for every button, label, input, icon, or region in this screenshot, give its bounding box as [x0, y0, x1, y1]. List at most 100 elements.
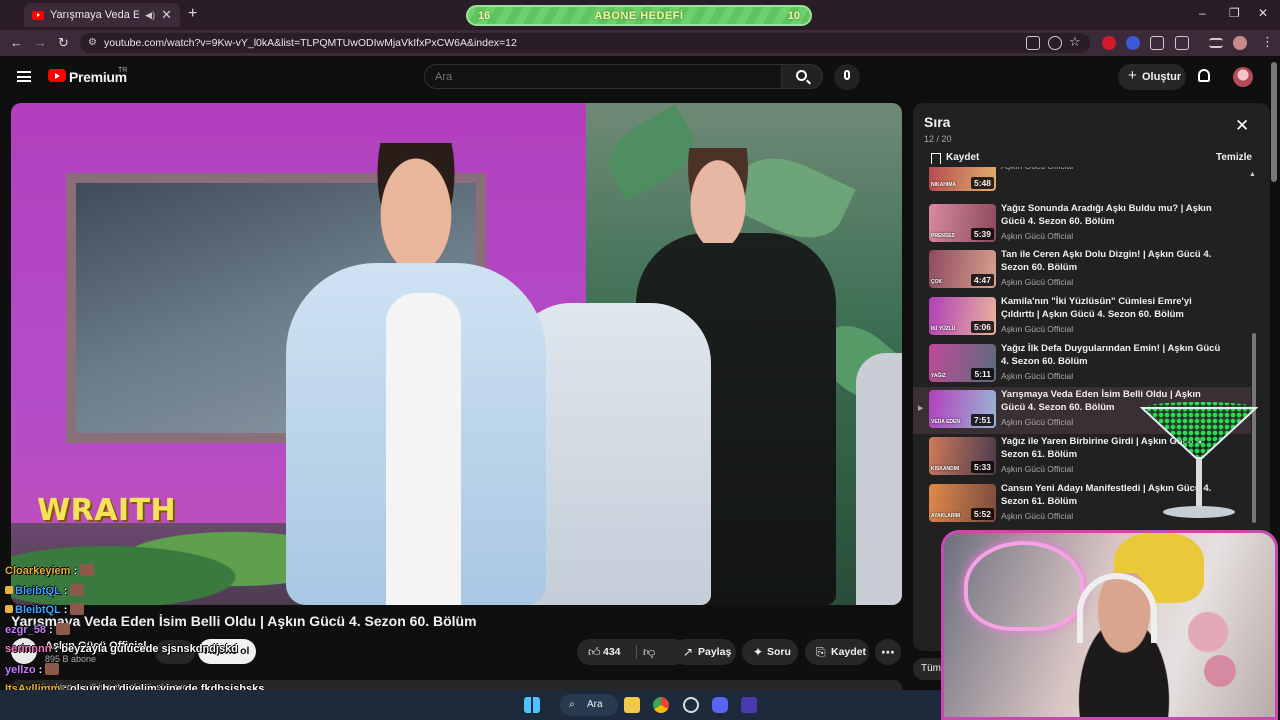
chat-badge-icon: [5, 605, 13, 613]
playlist-thumbnail[interactable]: ÇOK 4:47: [929, 250, 996, 288]
restore-button[interactable]: ❐: [1229, 6, 1240, 20]
playlist-item-title[interactable]: Tan ile Ceren Aşkı Dolu Dizgin! | Aşkın …: [1001, 248, 1226, 274]
taskbar-search-icon: ⌕: [569, 699, 575, 710]
youtube-logo-icon[interactable]: [48, 69, 66, 82]
like-count[interactable]: 434: [603, 639, 621, 665]
obs-icon[interactable]: [683, 697, 699, 713]
chat-username: BleibtQL: [15, 585, 61, 597]
app-w-icon[interactable]: [741, 697, 757, 713]
ask-button[interactable]: ✦ Soru: [742, 639, 798, 665]
notifications-bell-icon[interactable]: [1198, 69, 1210, 82]
account-avatar[interactable]: [1233, 67, 1253, 87]
playlist-thumbnail[interactable]: KISKANDIM 5:33: [929, 437, 996, 475]
chat-username: Cloarkeyiem: [5, 565, 71, 577]
playlist-item[interactable]: NIKAHIMA5:4860. BölümAşkın Gücü Official: [913, 167, 1251, 197]
playlist-thumbnail[interactable]: İKİ YÜZLÜ 5:06: [929, 297, 996, 335]
thumbs-down-icon[interactable]: 👎︎: [643, 639, 655, 665]
playlist-thumbnail[interactable]: AYAKLARIM 5:52: [929, 484, 996, 522]
playlist-position: 12 / 20: [924, 134, 952, 144]
chat-username: serinnnn: [5, 643, 52, 655]
video-duration: 5:33: [970, 461, 994, 473]
thumbs-up-icon[interactable]: 👍︎: [588, 639, 601, 665]
playlist-item[interactable]: YAĞIZ 5:11 Yağız İlk Defa Duygularından Em…: [913, 341, 1251, 388]
video-duration: 5:39: [970, 228, 994, 240]
chat-emote-icon: [45, 663, 60, 675]
playlist-close-button[interactable]: ✕: [1235, 117, 1249, 134]
playlist-save-button[interactable]: Kaydet: [929, 152, 979, 164]
taskbar-search[interactable]: ⌕ Ara: [560, 694, 618, 716]
playlist-item[interactable]: ÇOK 4:47 Tan ile Ceren Aşkı Dolu Dizgin! |…: [913, 247, 1251, 294]
playlist-item-title[interactable]: Yağız Sonunda Aradığı Aşkı Buldu mu? | A…: [1001, 202, 1226, 228]
back-button[interactable]: ←: [10, 35, 23, 50]
voice-search-button[interactable]: [834, 64, 860, 90]
menu-icon[interactable]: [17, 71, 31, 82]
playlist-clear-button[interactable]: Temizle: [1216, 152, 1252, 163]
thumbnail-caption: YAĞIZ: [931, 373, 946, 379]
chrome-icon[interactable]: [653, 697, 669, 713]
file-explorer-icon[interactable]: [624, 697, 640, 713]
chat-text: :: [60, 585, 68, 597]
site-info-icon[interactable]: ⚙: [88, 33, 97, 53]
bookmark-star-icon[interactable]: ☆: [1069, 34, 1081, 50]
reload-button[interactable]: ↻: [58, 35, 69, 51]
thumbnail-caption: KISKANDIM: [931, 466, 960, 472]
video-duration: 5:52: [970, 508, 994, 520]
extension-box-icon[interactable]: [1150, 36, 1164, 50]
chat-text: :: [35, 664, 43, 676]
new-tab-button[interactable]: +: [188, 5, 197, 23]
thumbnail-caption: PRENSES: [931, 233, 955, 239]
chat-username: BleibtQL: [15, 604, 61, 616]
browser-menu-icon[interactable]: ⋮: [1261, 34, 1274, 50]
playlist-item[interactable]: İKİ YÜZLÜ 5:06 Kamila'nın "İki Yüzlüsün" C…: [913, 294, 1251, 341]
tab-close-icon[interactable]: ✕: [161, 7, 172, 23]
now-playing-icon: ▶: [918, 405, 924, 412]
minimize-button[interactable]: –: [1199, 6, 1206, 20]
share-arrow-icon: ↗: [683, 645, 694, 659]
eye-off-icon[interactable]: [1048, 36, 1062, 50]
more-actions-button[interactable]: ⋯: [875, 639, 901, 665]
cherry-blossom-decor: [1184, 593, 1244, 717]
discord-icon[interactable]: [712, 697, 728, 713]
thumbnail-caption: NIKAHIMA: [931, 182, 956, 188]
address-bar[interactable]: ⚙ youtube.com/watch?v=9Kw-vY_l0kA&list=T…: [80, 33, 1090, 53]
page-scrollbar[interactable]: [1271, 62, 1277, 182]
goal-target: 10: [787, 9, 800, 22]
chat-text: :: [70, 565, 78, 577]
forward-button[interactable]: →: [34, 35, 47, 50]
search-input[interactable]: [424, 64, 782, 89]
media-list-icon[interactable]: [1209, 38, 1223, 48]
tab-title: Yarışmaya Veda Eden İsim B: [50, 9, 140, 21]
speaker-icon[interactable]: ◀): [145, 10, 155, 21]
playlist-item[interactable]: PRENSES 5:39 Yağız Sonunda Aradığı Aşkı Bu…: [913, 201, 1251, 248]
scroll-up-arrow-icon[interactable]: ▲: [1249, 171, 1256, 178]
chat-message: yellzo :: [5, 663, 60, 676]
headset: [1077, 573, 1157, 643]
thumbnail-caption: İKİ YÜZLÜ: [931, 326, 956, 332]
extension-red-icon[interactable]: [1102, 36, 1116, 50]
playlist-thumbnail[interactable]: PRENSES 5:39: [929, 204, 996, 242]
profile-avatar-icon[interactable]: [1233, 36, 1247, 50]
browser-tab-youtube[interactable]: Yarışmaya Veda Eden İsim B ◀) ✕: [24, 3, 180, 27]
chat-message: Cloarkeyiem :: [5, 564, 95, 577]
search-button[interactable]: [781, 64, 823, 89]
save-button[interactable]: ⎘ Kaydet: [805, 639, 869, 665]
cast-icon[interactable]: [1026, 36, 1040, 50]
video-player[interactable]: [11, 103, 902, 605]
playlist-item-title[interactable]: Kamila'nın "İki Yüzlüsün" Cümlesi Emre'y…: [1001, 295, 1226, 321]
start-windows-icon[interactable]: [524, 697, 540, 713]
window-close-button[interactable]: ✕: [1258, 6, 1268, 20]
playlist-item-title[interactable]: Yağız İlk Defa Duygularından Emin! | Aşk…: [1001, 342, 1226, 368]
browser-toolbar: ← → ↻ ⚙ youtube.com/watch?v=9Kw-vY_l0kA&…: [0, 30, 1280, 56]
create-button[interactable]: Oluştur: [1118, 63, 1186, 90]
playlist-thumbnail[interactable]: YAĞIZ 5:11: [929, 344, 996, 382]
share-button[interactable]: ↗ Paylaş: [672, 639, 736, 665]
extensions-puzzle-icon[interactable]: [1175, 36, 1189, 50]
playlist-thumbnail[interactable]: VEDA EDEN 7:51: [929, 390, 996, 428]
playlist-thumbnail[interactable]: NIKAHIMA 5:48: [929, 167, 996, 191]
cocktail-glass-overlay: [1140, 402, 1258, 518]
os-taskbar: ⌕ Ara: [0, 690, 941, 720]
sparkle-icon: ✦: [753, 645, 764, 659]
taskbar-search-label: Ara: [587, 699, 603, 710]
extension-blue-icon[interactable]: [1126, 36, 1140, 50]
like-dislike-group: 👍︎ 434 👎︎: [577, 639, 687, 665]
